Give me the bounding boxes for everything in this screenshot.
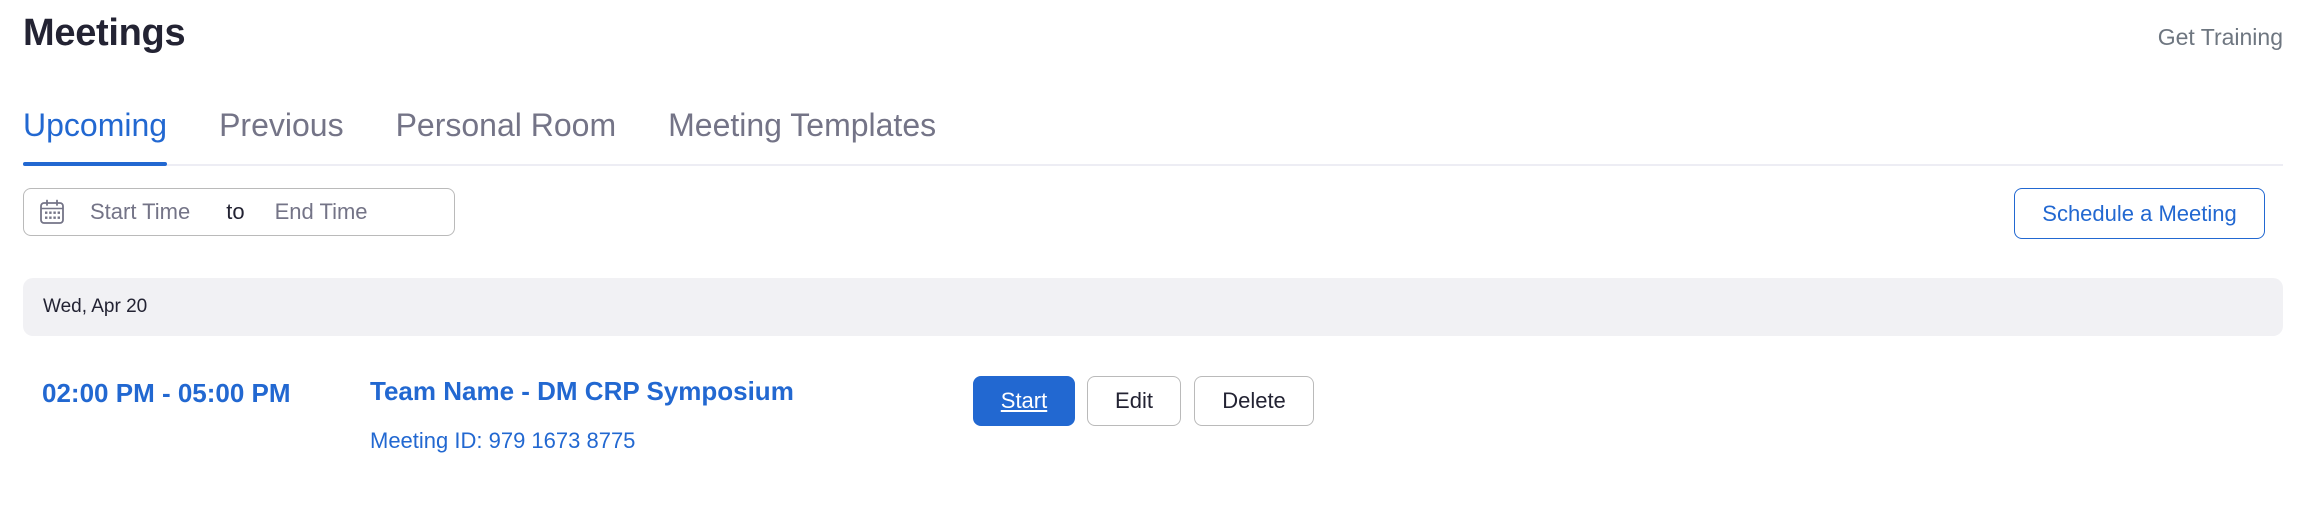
schedule-meeting-button[interactable]: Schedule a Meeting xyxy=(2014,188,2265,239)
meeting-tabs: Upcoming Previous Personal Room Meeting … xyxy=(23,98,2283,166)
tab-previous[interactable]: Previous xyxy=(219,98,344,164)
meeting-topic-link[interactable]: Team Name - DM CRP Symposium xyxy=(370,376,794,407)
tab-upcoming[interactable]: Upcoming xyxy=(23,98,168,166)
meeting-id: Meeting ID: 979 1673 8775 xyxy=(370,428,636,453)
meeting-time: 02:00 PM - 05:00 PM xyxy=(42,378,291,408)
tab-meeting-templates[interactable]: Meeting Templates xyxy=(668,98,936,164)
meeting-row: 02:00 PM - 05:00 PM Team Name - DM CRP S… xyxy=(23,368,2283,468)
delete-button[interactable]: Delete xyxy=(1194,376,1314,426)
range-separator: to xyxy=(226,199,245,224)
page-title: Meetings xyxy=(23,12,186,54)
meetings-page: Meetings Get Training Upcoming Previous … xyxy=(0,0,2304,516)
date-group-label: Wed, Apr 20 xyxy=(43,296,148,317)
start-time-input[interactable]: Start Time xyxy=(90,199,190,225)
start-button[interactable]: Start xyxy=(973,376,1075,426)
get-training-link[interactable]: Get Training xyxy=(2158,24,2283,51)
date-range-filter[interactable]: Start Time to End Time xyxy=(23,188,455,236)
edit-button[interactable]: Edit xyxy=(1087,376,1181,426)
date-group-header: Wed, Apr 20 xyxy=(23,278,2283,336)
tab-personal-room[interactable]: Personal Room xyxy=(396,98,617,164)
end-time-input[interactable]: End Time xyxy=(275,199,368,225)
calendar-icon xyxy=(38,198,66,226)
